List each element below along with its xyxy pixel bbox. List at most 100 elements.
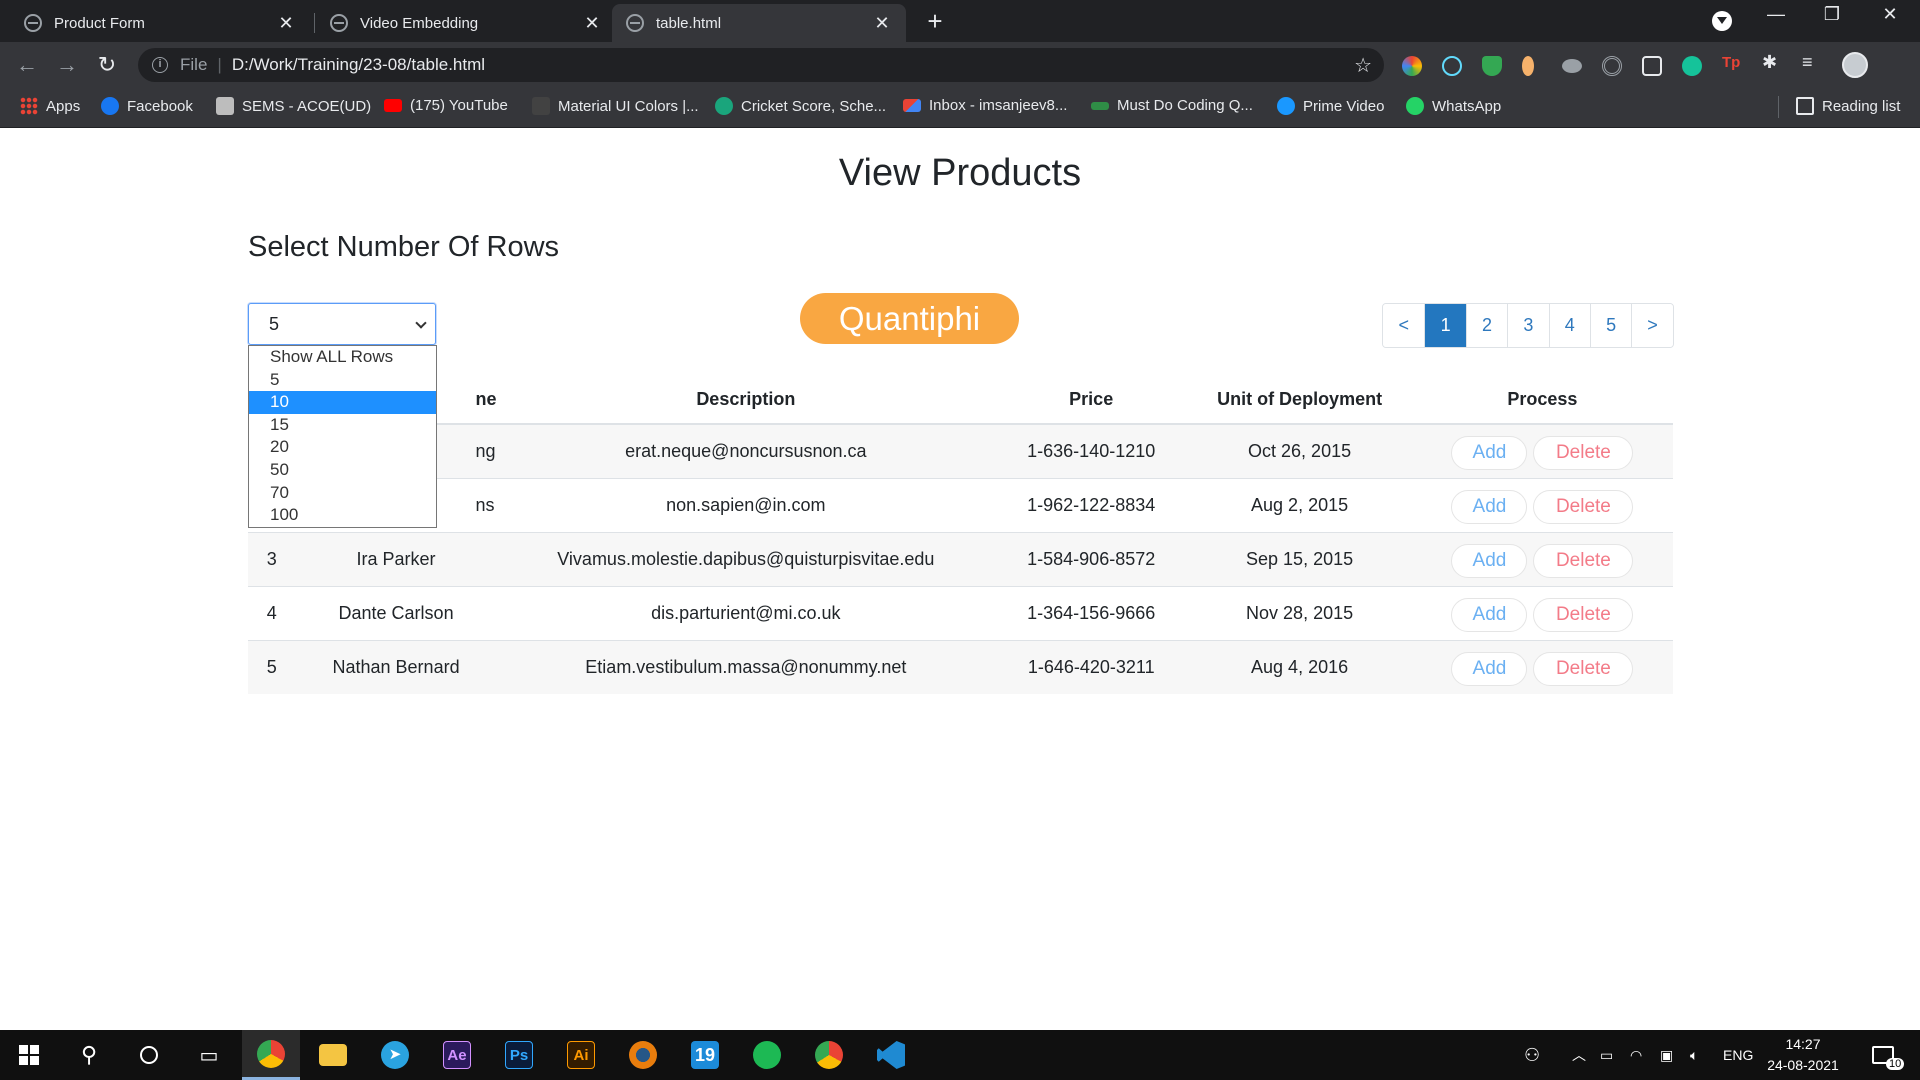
- bookmark-gmail[interactable]: Inbox - imsanjeev8...: [903, 97, 1067, 114]
- react-devtools-icon[interactable]: [1442, 56, 1462, 76]
- row-actions: Add Delete: [1411, 639, 1673, 694]
- tab-title: table.html: [656, 14, 722, 32]
- dropdown-option-highlighted[interactable]: 10: [249, 391, 436, 414]
- taskbar-chrome-profile[interactable]: [800, 1030, 858, 1080]
- profile-avatar[interactable]: [1842, 52, 1868, 78]
- info-icon[interactable]: i: [152, 57, 168, 73]
- delete-button[interactable]: Delete: [1533, 436, 1634, 471]
- restore-icon[interactable]: ❐: [1812, 4, 1852, 25]
- delete-button[interactable]: Delete: [1533, 652, 1634, 687]
- delete-button[interactable]: Delete: [1533, 598, 1634, 632]
- bookmark-apps[interactable]: Apps: [20, 97, 80, 115]
- bookmark-material-ui[interactable]: Material UI Colors |...: [532, 97, 699, 115]
- bookmark-label: Must Do Coding Q...: [1117, 97, 1253, 114]
- cloud-extension-icon[interactable]: [1562, 59, 1582, 73]
- taskbar-vscode[interactable]: [862, 1030, 920, 1080]
- add-button[interactable]: Add: [1451, 544, 1528, 578]
- extension-icon[interactable]: [1522, 56, 1534, 76]
- pagination-page-2[interactable]: 2: [1465, 304, 1508, 347]
- people-icon[interactable]: ⚇: [1524, 1030, 1540, 1080]
- new-tab-button[interactable]: +: [920, 6, 950, 37]
- task-view-icon[interactable]: ▭: [180, 1030, 238, 1080]
- back-icon[interactable]: ←: [12, 50, 42, 80]
- tab-title: Product Form: [54, 14, 145, 32]
- dropdown-option[interactable]: 15: [249, 414, 436, 437]
- pagination-prev[interactable]: <: [1383, 304, 1425, 347]
- add-button[interactable]: Add: [1451, 436, 1528, 471]
- pagination-page-1[interactable]: 1: [1424, 304, 1466, 347]
- close-icon[interactable]: ✕: [276, 13, 296, 34]
- tab-product-form[interactable]: Product Form ✕: [10, 4, 310, 42]
- dropdown-option[interactable]: Show ALL Rows: [249, 346, 436, 369]
- chevron-up-icon[interactable]: ︿: [1572, 1030, 1586, 1080]
- row-price: 1-364-156-9666: [995, 585, 1188, 640]
- puzzle-extensions-icon[interactable]: ✱: [1762, 52, 1782, 72]
- taskbar-photoshop[interactable]: Ps: [490, 1030, 548, 1080]
- pagination-page-4[interactable]: 4: [1548, 304, 1590, 347]
- dropdown-option[interactable]: 20: [249, 436, 436, 459]
- pagination-page-3[interactable]: 3: [1507, 304, 1549, 347]
- screen-extension-icon[interactable]: [1642, 56, 1662, 76]
- address-bar[interactable]: i File | D:/Work/Training/23-08/table.ht…: [138, 48, 1384, 82]
- close-icon[interactable]: ✕: [872, 13, 892, 34]
- grammarly-icon[interactable]: [1682, 56, 1702, 76]
- start-button[interactable]: [0, 1030, 58, 1080]
- tab-table-html[interactable]: table.html ✕: [612, 4, 906, 42]
- close-icon[interactable]: ✕: [582, 13, 602, 34]
- globe-icon: [330, 14, 348, 32]
- row-name: Ira Parker: [295, 531, 497, 586]
- dropdown-option[interactable]: 50: [249, 459, 436, 482]
- language-indicator[interactable]: ENG: [1723, 1030, 1753, 1080]
- taskbar-telegram[interactable]: ➤: [366, 1030, 424, 1080]
- dropdown-option[interactable]: 70: [249, 482, 436, 505]
- browser-tabstrip: Product Form ✕ Video Embedding ✕ table.h…: [0, 0, 1920, 42]
- wifi-icon[interactable]: ◠: [1630, 1030, 1642, 1080]
- tab-video-embedding[interactable]: Video Embedding ✕: [316, 4, 616, 42]
- bookmark-cricket[interactable]: Cricket Score, Sche...: [715, 97, 886, 115]
- system-clock[interactable]: 14:27 24-08-2021: [1758, 1034, 1848, 1076]
- delete-button[interactable]: Delete: [1533, 490, 1634, 524]
- dropdown-option[interactable]: 100: [249, 504, 436, 527]
- taskbar-app-19[interactable]: 19: [676, 1030, 734, 1080]
- reload-icon[interactable]: ↻: [92, 50, 122, 80]
- bookmark-sems[interactable]: SEMS - ACOE(UD): [216, 97, 371, 115]
- add-button[interactable]: Add: [1451, 490, 1528, 524]
- forward-icon[interactable]: →: [52, 50, 82, 80]
- cortana-icon[interactable]: [120, 1030, 178, 1080]
- notification-center[interactable]: 10: [1872, 1030, 1905, 1080]
- media-control-icon[interactable]: ≡: [1802, 52, 1822, 72]
- window-close-icon[interactable]: ✕: [1870, 4, 1910, 25]
- add-button[interactable]: Add: [1451, 598, 1528, 632]
- bookmark-geeksforgeeks[interactable]: Must Do Coding Q...: [1091, 97, 1253, 114]
- taskbar-after-effects[interactable]: Ae: [428, 1030, 486, 1080]
- bookmark-star-icon[interactable]: ☆: [1354, 53, 1372, 78]
- bookmark-facebook[interactable]: Facebook: [101, 97, 193, 115]
- taskbar-spotify[interactable]: [738, 1030, 796, 1080]
- search-icon[interactable]: ⚲: [60, 1030, 118, 1080]
- bookmark-prime-video[interactable]: Prime Video: [1277, 97, 1384, 115]
- taskbar-blender[interactable]: [614, 1030, 672, 1080]
- taskbar-chrome[interactable]: [242, 1030, 300, 1080]
- tab-search-icon[interactable]: [1712, 11, 1732, 31]
- pagination-page-5[interactable]: 5: [1589, 304, 1632, 347]
- reading-list-button[interactable]: Reading list: [1796, 97, 1900, 115]
- display-icon[interactable]: ▣: [1660, 1030, 1673, 1080]
- volume-icon[interactable]: 🔈︎: [1690, 1030, 1698, 1080]
- minimize-icon[interactable]: —: [1756, 4, 1796, 25]
- shield-extension-icon[interactable]: [1482, 56, 1502, 76]
- taskbar-file-explorer[interactable]: [304, 1030, 362, 1080]
- delete-button[interactable]: Delete: [1533, 544, 1634, 578]
- tp-extension-icon[interactable]: Tp: [1722, 54, 1742, 74]
- battery-icon[interactable]: ▭: [1600, 1030, 1613, 1080]
- dropdown-option[interactable]: 5: [249, 369, 436, 392]
- add-button[interactable]: Add: [1451, 652, 1528, 687]
- bookmark-youtube[interactable]: (175) YouTube: [384, 97, 508, 114]
- rows-per-page-select[interactable]: 5: [248, 303, 436, 345]
- row-description: dis.parturient@mi.co.uk: [496, 585, 996, 640]
- pagination-next[interactable]: >: [1631, 304, 1673, 347]
- globe-icon: [24, 14, 42, 32]
- taskbar-illustrator[interactable]: Ai: [552, 1030, 610, 1080]
- bookmark-whatsapp[interactable]: WhatsApp: [1406, 97, 1501, 115]
- target-extension-icon[interactable]: [1602, 56, 1622, 76]
- color-picker-extension-icon[interactable]: [1402, 56, 1422, 76]
